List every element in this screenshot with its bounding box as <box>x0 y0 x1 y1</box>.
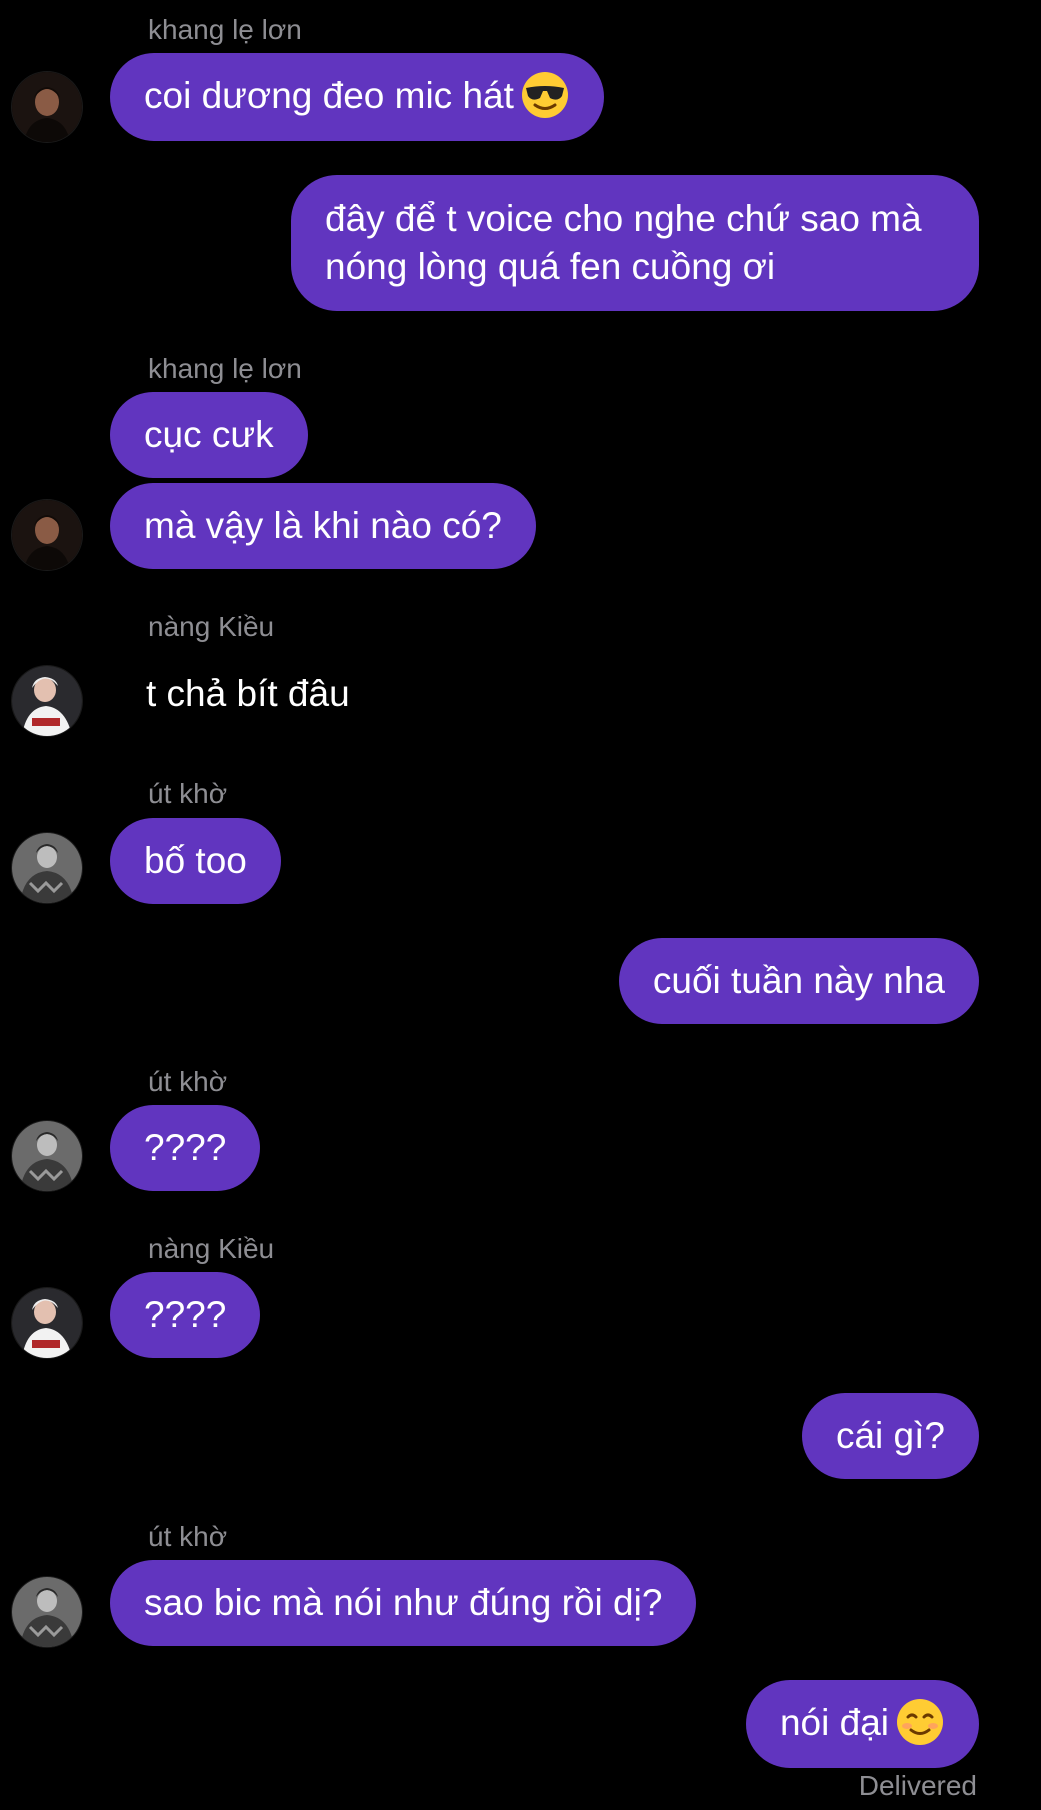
avatar[interactable] <box>12 1288 82 1358</box>
message-bubble[interactable]: đây để t voice cho nghe chứ sao mà nóng … <box>291 175 979 311</box>
avatar[interactable] <box>12 1577 82 1647</box>
avatar[interactable] <box>12 72 82 142</box>
sender-name: út khờ <box>148 1521 228 1552</box>
avatar[interactable] <box>12 666 82 736</box>
message-text: mà vậy là khi nào có? <box>144 505 502 546</box>
message-text: cuối tuần này nha <box>652 960 945 1001</box>
message-bubble[interactable]: ???? <box>110 1272 261 1358</box>
smiling-face-emoji <box>895 1697 945 1747</box>
message-bubble[interactable]: mà vậy là khi nào có? <box>110 483 536 569</box>
message-bubble[interactable]: bố too <box>110 818 281 904</box>
message-text[interactable]: t chả bít đâu <box>146 670 350 718</box>
message-text: nói đại <box>779 1702 889 1743</box>
sender-name: nàng Kiều <box>148 1233 275 1264</box>
message-bubble[interactable]: cục cưk <box>110 392 308 478</box>
sender-name: khang lẹ lơn <box>148 353 302 384</box>
message-text: ???? <box>144 1127 227 1168</box>
message-text: cái gì? <box>835 1415 945 1456</box>
message-text: sao bic mà nói như đúng rồi dị? <box>144 1582 663 1623</box>
smiling-face-with-sunglasses-emoji <box>520 70 570 120</box>
message-text: đây để t voice cho nghe chứ sao mà nóng … <box>325 198 922 287</box>
delivery-status: Delivered <box>858 1770 977 1801</box>
avatar[interactable] <box>12 500 82 570</box>
message-text: coi dương đeo mic hát <box>144 75 514 116</box>
message-text: cục cưk <box>144 414 274 455</box>
message-bubble[interactable]: sao bic mà nói như đúng rồi dị? <box>110 1560 697 1646</box>
avatar[interactable] <box>12 1121 82 1191</box>
avatar[interactable] <box>12 833 82 903</box>
sender-name: nàng Kiều <box>148 611 275 642</box>
message-thread[interactable]: khang lẹ lơn coi dương đeo mic hát đây đ… <box>0 0 1041 1810</box>
sender-name: út khờ <box>148 778 228 809</box>
sender-name: út khờ <box>148 1066 228 1097</box>
message-bubble[interactable]: coi dương đeo mic hát <box>110 53 604 141</box>
message-bubble[interactable]: nói đại <box>745 1680 979 1768</box>
sender-name: khang lẹ lơn <box>148 14 302 45</box>
message-text: bố too <box>144 840 247 881</box>
message-text: ???? <box>144 1294 227 1335</box>
message-bubble[interactable]: cái gì? <box>801 1393 979 1479</box>
message-bubble[interactable]: cuối tuần này nha <box>618 938 979 1024</box>
message-bubble[interactable]: ???? <box>110 1105 261 1191</box>
